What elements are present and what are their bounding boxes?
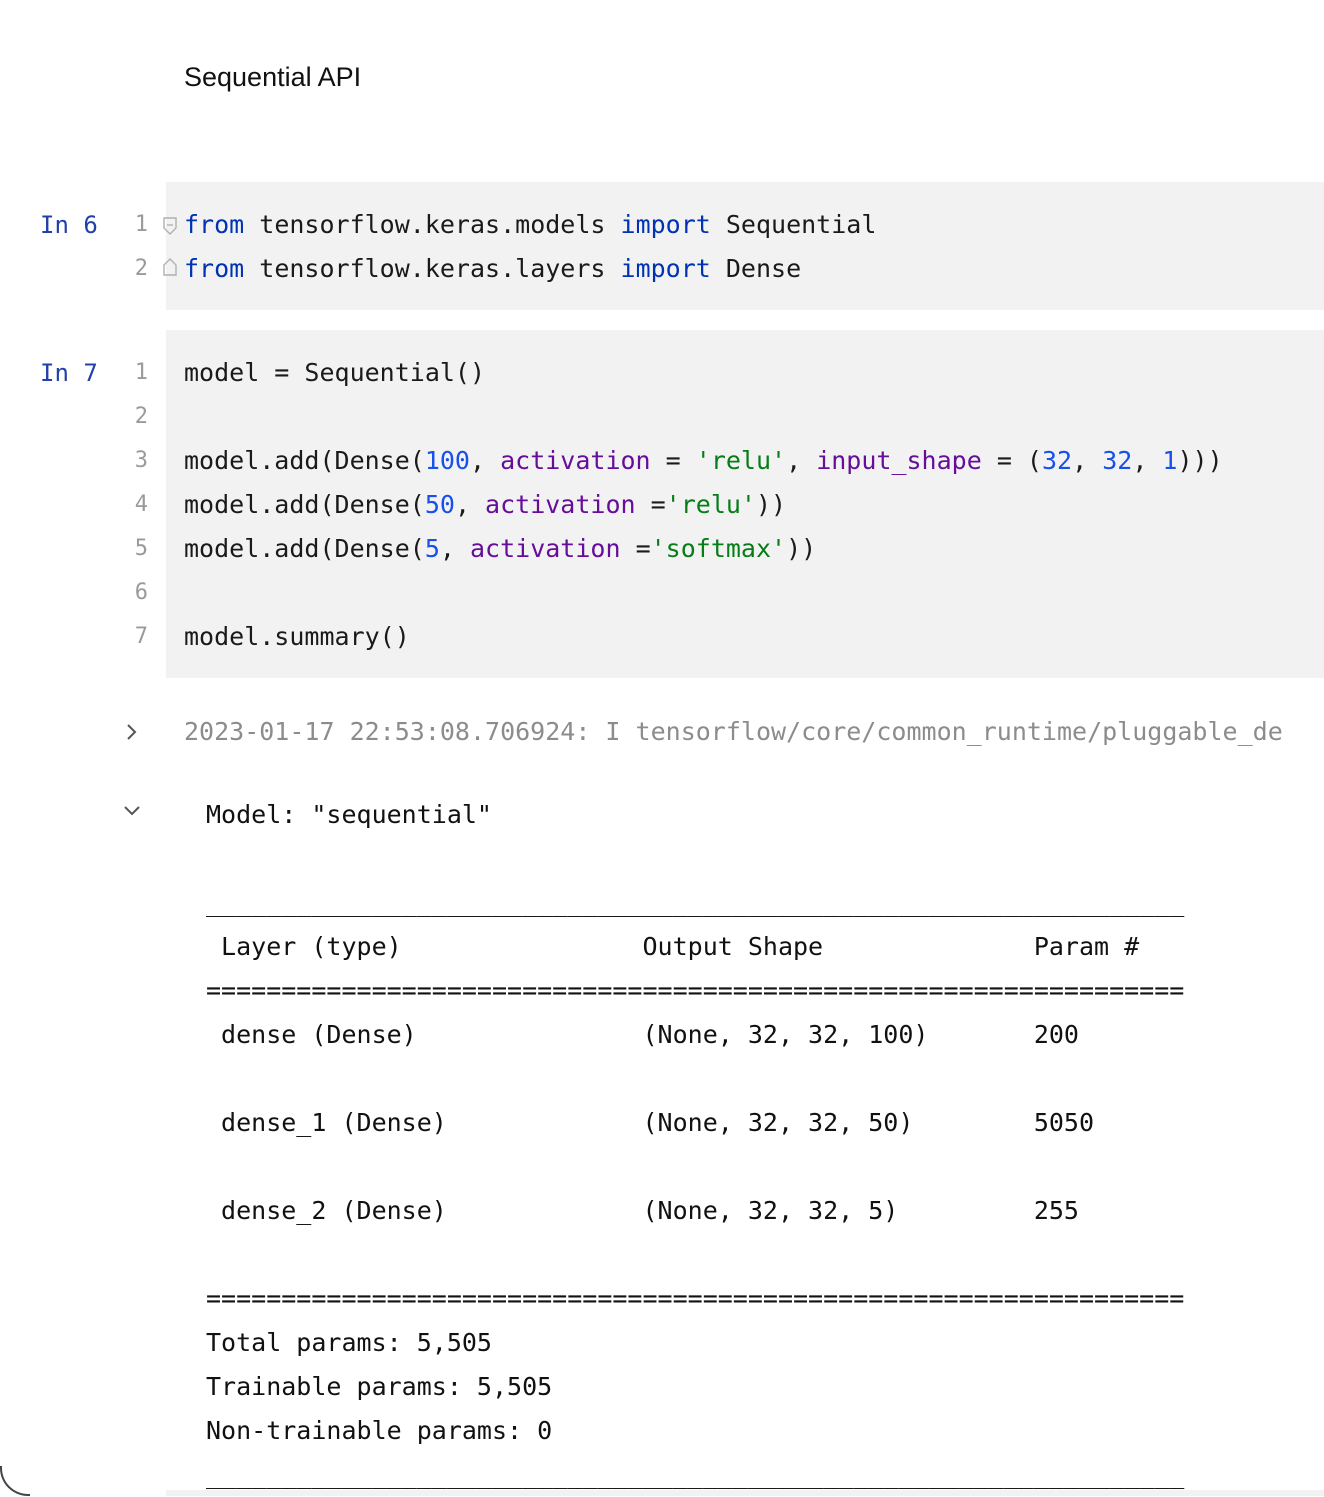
markdown-heading: Sequential API [184, 62, 362, 92]
log-output-line[interactable]: 2023-01-17 22:53:08.706924: I tensorflow… [184, 710, 1324, 754]
code-token: = ( [981, 446, 1042, 475]
code-token: )) [755, 490, 787, 519]
next-cell-edge [166, 1490, 1324, 1496]
summary-line: Non-trainable params: 0 [206, 1416, 553, 1445]
code-token: 'softmax' [650, 534, 787, 563]
summary-line [206, 1057, 1184, 1101]
summary-line [206, 1233, 1184, 1277]
line-number: 3 [134, 448, 148, 473]
code-token: , [439, 534, 470, 563]
code-editor-6[interactable]: from tensorflow.keras.models import Sequ… [184, 203, 876, 291]
code-line[interactable] [184, 395, 1223, 439]
code-token: 50 [424, 490, 455, 519]
code-token: model = Sequential() [184, 358, 486, 387]
code-token: activation [470, 534, 621, 563]
code-line[interactable]: model.summary() [184, 615, 1223, 659]
window-corner [0, 1466, 30, 1496]
summary-line: dense (Dense) (None, 32, 32, 100) 200 [206, 1020, 1185, 1049]
code-token: model.summary() [184, 622, 410, 651]
code-token: 1 [1162, 446, 1178, 475]
code-token: , [469, 446, 501, 475]
line-number: 6 [134, 580, 148, 605]
code-token: Dense [710, 254, 802, 283]
line-number: 7 [134, 624, 148, 649]
summary-line: ________________________________________… [206, 888, 1185, 917]
code-line[interactable]: model.add(Dense(5, activation ='softmax'… [184, 527, 1223, 571]
code-token: Sequential [710, 210, 877, 239]
code-token: 32 [1102, 446, 1133, 475]
summary-line: dense_2 (Dense) (None, 32, 32, 5) 255 [206, 1196, 1185, 1225]
summary-line [206, 1145, 1184, 1189]
code-token: = [620, 534, 651, 563]
code-line[interactable]: from tensorflow.keras.models import Sequ… [184, 203, 876, 247]
code-token: from [184, 210, 245, 239]
line-number: 2 [134, 256, 148, 281]
line-number: 4 [134, 492, 148, 517]
code-token: input_shape [816, 446, 982, 475]
code-line[interactable]: model = Sequential() [184, 351, 1223, 395]
code-line[interactable]: model.add(Dense(100, activation = 'relu'… [184, 439, 1223, 483]
cell-label-7: In 7 [40, 359, 98, 387]
code-token: 'relu' [695, 446, 787, 475]
code-token: 32 [1041, 446, 1073, 475]
code-line[interactable]: model.add(Dense(50, activation ='relu')) [184, 483, 1223, 527]
code-token: tensorflow.keras.layers [244, 254, 621, 283]
code-token: activation [485, 490, 636, 519]
code-token: = [635, 490, 666, 519]
line-number: 5 [134, 536, 148, 561]
summary-line [206, 837, 1184, 881]
code-token: import [620, 254, 711, 283]
code-line[interactable]: from tensorflow.keras.layers import Dens… [184, 247, 876, 291]
cell-label-6: In 6 [40, 211, 98, 239]
summary-line: Trainable params: 5,505 [206, 1372, 553, 1401]
code-token: )) [786, 534, 817, 563]
code-line[interactable] [184, 571, 1223, 615]
summary-line: ========================================… [206, 976, 1185, 1005]
line-number: 1 [134, 212, 148, 237]
code-token: ))) [1177, 446, 1223, 475]
chevron-down-icon[interactable] [120, 799, 144, 823]
code-token: from [184, 254, 245, 283]
chevron-right-icon[interactable] [120, 720, 144, 744]
code-token: model.add(Dense( [184, 534, 425, 563]
code-token: model.add(Dense( [184, 490, 425, 519]
fold-start-icon[interactable] [163, 217, 177, 235]
code-token: 'relu' [665, 490, 756, 519]
code-token: , [1072, 446, 1103, 475]
summary-line: Model: "sequential" [206, 800, 492, 829]
model-summary-output: Model: "sequential" _____________________… [206, 793, 1184, 1497]
summary-line: Layer (type) Output Shape Param # [206, 932, 1185, 961]
code-token: , [454, 490, 486, 519]
summary-line: ========================================… [206, 1284, 1185, 1313]
code-token: tensorflow.keras.models [244, 210, 621, 239]
code-token: , [1132, 446, 1163, 475]
code-token: , [786, 446, 817, 475]
code-token: 100 [424, 446, 470, 475]
fold-end-icon[interactable] [163, 258, 177, 276]
code-token: model.add(Dense( [184, 446, 425, 475]
summary-line: dense_1 (Dense) (None, 32, 32, 50) 5050 [206, 1108, 1185, 1137]
code-token: activation [500, 446, 651, 475]
code-token: = [650, 446, 696, 475]
line-number: 1 [134, 360, 148, 385]
code-editor-7[interactable]: model = Sequential() model.add(Dense(100,… [184, 351, 1223, 659]
code-token: import [620, 210, 711, 239]
summary-line: Total params: 5,505 [206, 1328, 492, 1357]
code-token: 5 [424, 534, 440, 563]
line-number: 2 [134, 404, 148, 429]
